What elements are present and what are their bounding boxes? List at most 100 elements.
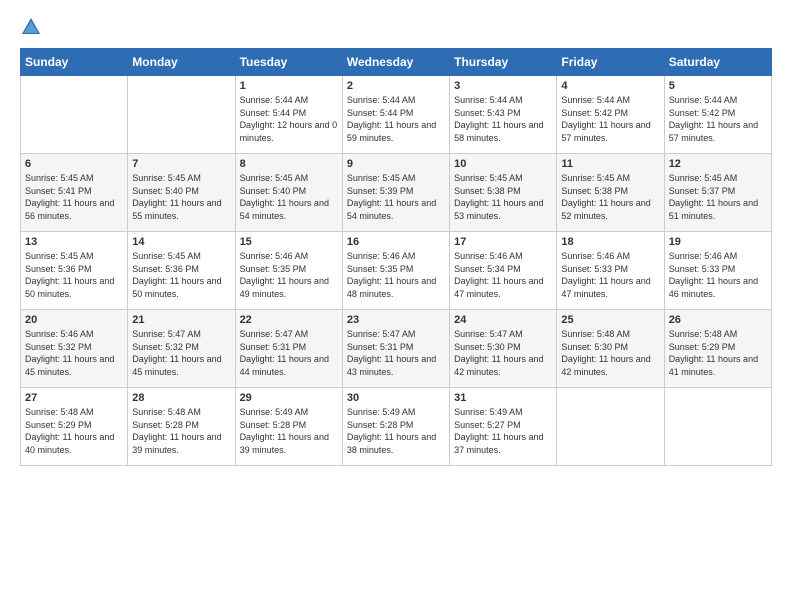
header-day-saturday: Saturday (664, 49, 771, 76)
logo (20, 16, 46, 38)
cell-content: Sunrise: 5:45 AM Sunset: 5:37 PM Dayligh… (669, 172, 767, 222)
calendar-week-row: 13 Sunrise: 5:45 AM Sunset: 5:36 PM Dayli… (21, 232, 772, 310)
calendar-cell: 3 Sunrise: 5:44 AM Sunset: 5:43 PM Daylig… (450, 76, 557, 154)
cell-content: Sunrise: 5:48 AM Sunset: 5:28 PM Dayligh… (132, 406, 230, 456)
cell-content: Sunrise: 5:45 AM Sunset: 5:36 PM Dayligh… (132, 250, 230, 300)
calendar-page: SundayMondayTuesdayWednesdayThursdayFrid… (0, 0, 792, 612)
day-number: 21 (132, 314, 230, 326)
cell-content: Sunrise: 5:48 AM Sunset: 5:29 PM Dayligh… (25, 406, 123, 456)
day-number: 3 (454, 80, 552, 92)
day-number: 25 (561, 314, 659, 326)
day-number: 29 (240, 392, 338, 404)
cell-content: Sunrise: 5:45 AM Sunset: 5:40 PM Dayligh… (132, 172, 230, 222)
calendar-cell: 15 Sunrise: 5:46 AM Sunset: 5:35 PM Dayli… (235, 232, 342, 310)
cell-content: Sunrise: 5:44 AM Sunset: 5:42 PM Dayligh… (561, 94, 659, 144)
cell-content: Sunrise: 5:46 AM Sunset: 5:35 PM Dayligh… (347, 250, 445, 300)
calendar-cell (557, 388, 664, 466)
day-number: 23 (347, 314, 445, 326)
day-number: 12 (669, 158, 767, 170)
day-number: 14 (132, 236, 230, 248)
cell-content: Sunrise: 5:48 AM Sunset: 5:29 PM Dayligh… (669, 328, 767, 378)
calendar-cell: 26 Sunrise: 5:48 AM Sunset: 5:29 PM Dayli… (664, 310, 771, 388)
cell-content: Sunrise: 5:49 AM Sunset: 5:27 PM Dayligh… (454, 406, 552, 456)
day-number: 5 (669, 80, 767, 92)
day-number: 7 (132, 158, 230, 170)
day-number: 19 (669, 236, 767, 248)
day-number: 1 (240, 80, 338, 92)
calendar-week-row: 6Sunrise: 5:45 AM Sunset: 5:41 PM Daylig… (21, 154, 772, 232)
calendar-cell: 4 Sunrise: 5:44 AM Sunset: 5:42 PM Daylig… (557, 76, 664, 154)
day-number: 4 (561, 80, 659, 92)
header-day-tuesday: Tuesday (235, 49, 342, 76)
calendar-cell: 23Sunrise: 5:47 AM Sunset: 5:31 PM Dayli… (342, 310, 449, 388)
header-day-wednesday: Wednesday (342, 49, 449, 76)
cell-content: Sunrise: 5:48 AM Sunset: 5:30 PM Dayligh… (561, 328, 659, 378)
day-number: 26 (669, 314, 767, 326)
calendar-cell: 31 Sunrise: 5:49 AM Sunset: 5:27 PM Dayli… (450, 388, 557, 466)
day-number: 15 (240, 236, 338, 248)
calendar-cell: 11 Sunrise: 5:45 AM Sunset: 5:38 PM Dayli… (557, 154, 664, 232)
calendar-cell: 24 Sunrise: 5:47 AM Sunset: 5:30 PM Dayli… (450, 310, 557, 388)
cell-content: Sunrise: 5:47 AM Sunset: 5:30 PM Dayligh… (454, 328, 552, 378)
day-number: 10 (454, 158, 552, 170)
cell-content: Sunrise: 5:45 AM Sunset: 5:39 PM Dayligh… (347, 172, 445, 222)
calendar-cell: 25 Sunrise: 5:48 AM Sunset: 5:30 PM Dayli… (557, 310, 664, 388)
day-number: 18 (561, 236, 659, 248)
header-day-thursday: Thursday (450, 49, 557, 76)
day-number: 13 (25, 236, 123, 248)
day-number: 30 (347, 392, 445, 404)
cell-content: Sunrise: 5:46 AM Sunset: 5:33 PM Dayligh… (561, 250, 659, 300)
cell-content: Sunrise: 5:46 AM Sunset: 5:34 PM Dayligh… (454, 250, 552, 300)
day-number: 11 (561, 158, 659, 170)
calendar-week-row: 20 Sunrise: 5:46 AM Sunset: 5:32 PM Dayli… (21, 310, 772, 388)
day-number: 8 (240, 158, 338, 170)
calendar-cell: 1 Sunrise: 5:44 AM Sunset: 5:44 PM Daylig… (235, 76, 342, 154)
day-number: 17 (454, 236, 552, 248)
cell-content: Sunrise: 5:44 AM Sunset: 5:43 PM Dayligh… (454, 94, 552, 144)
day-number: 16 (347, 236, 445, 248)
calendar-cell (664, 388, 771, 466)
calendar-cell: 20 Sunrise: 5:46 AM Sunset: 5:32 PM Dayli… (21, 310, 128, 388)
cell-content: Sunrise: 5:44 AM Sunset: 5:44 PM Dayligh… (240, 94, 338, 144)
day-number: 27 (25, 392, 123, 404)
header (20, 16, 772, 38)
calendar-cell: 29 Sunrise: 5:49 AM Sunset: 5:28 PM Dayli… (235, 388, 342, 466)
cell-content: Sunrise: 5:45 AM Sunset: 5:38 PM Dayligh… (561, 172, 659, 222)
day-number: 31 (454, 392, 552, 404)
cell-content: Sunrise: 5:49 AM Sunset: 5:28 PM Dayligh… (347, 406, 445, 456)
cell-content: Sunrise: 5:45 AM Sunset: 5:38 PM Dayligh… (454, 172, 552, 222)
calendar-cell: 7 Sunrise: 5:45 AM Sunset: 5:40 PM Daylig… (128, 154, 235, 232)
calendar-cell: 2Sunrise: 5:44 AM Sunset: 5:44 PM Daylig… (342, 76, 449, 154)
calendar-cell: 14 Sunrise: 5:45 AM Sunset: 5:36 PM Dayli… (128, 232, 235, 310)
cell-content: Sunrise: 5:45 AM Sunset: 5:40 PM Dayligh… (240, 172, 338, 222)
calendar-cell: 21 Sunrise: 5:47 AM Sunset: 5:32 PM Dayli… (128, 310, 235, 388)
cell-content: Sunrise: 5:45 AM Sunset: 5:41 PM Dayligh… (25, 172, 123, 222)
calendar-cell: 10 Sunrise: 5:45 AM Sunset: 5:38 PM Dayli… (450, 154, 557, 232)
cell-content: Sunrise: 5:45 AM Sunset: 5:36 PM Dayligh… (25, 250, 123, 300)
calendar-cell: 28 Sunrise: 5:48 AM Sunset: 5:28 PM Dayli… (128, 388, 235, 466)
day-number: 20 (25, 314, 123, 326)
cell-content: Sunrise: 5:47 AM Sunset: 5:31 PM Dayligh… (240, 328, 338, 378)
cell-content: Sunrise: 5:44 AM Sunset: 5:42 PM Dayligh… (669, 94, 767, 144)
calendar-week-row: 27 Sunrise: 5:48 AM Sunset: 5:29 PM Dayli… (21, 388, 772, 466)
cell-content: Sunrise: 5:49 AM Sunset: 5:28 PM Dayligh… (240, 406, 338, 456)
header-day-sunday: Sunday (21, 49, 128, 76)
day-number: 2 (347, 80, 445, 92)
cell-content: Sunrise: 5:46 AM Sunset: 5:35 PM Dayligh… (240, 250, 338, 300)
cell-content: Sunrise: 5:46 AM Sunset: 5:33 PM Dayligh… (669, 250, 767, 300)
calendar-cell: 5 Sunrise: 5:44 AM Sunset: 5:42 PM Daylig… (664, 76, 771, 154)
calendar-cell: 16 Sunrise: 5:46 AM Sunset: 5:35 PM Dayli… (342, 232, 449, 310)
calendar-cell: 22Sunrise: 5:47 AM Sunset: 5:31 PM Dayli… (235, 310, 342, 388)
header-day-friday: Friday (557, 49, 664, 76)
calendar-cell: 6Sunrise: 5:45 AM Sunset: 5:41 PM Daylig… (21, 154, 128, 232)
day-number: 24 (454, 314, 552, 326)
calendar-body: 1 Sunrise: 5:44 AM Sunset: 5:44 PM Daylig… (21, 76, 772, 466)
cell-content: Sunrise: 5:47 AM Sunset: 5:32 PM Dayligh… (132, 328, 230, 378)
day-number: 28 (132, 392, 230, 404)
cell-content: Sunrise: 5:46 AM Sunset: 5:32 PM Dayligh… (25, 328, 123, 378)
calendar-week-row: 1 Sunrise: 5:44 AM Sunset: 5:44 PM Daylig… (21, 76, 772, 154)
calendar-cell: 17 Sunrise: 5:46 AM Sunset: 5:34 PM Dayli… (450, 232, 557, 310)
header-day-monday: Monday (128, 49, 235, 76)
calendar-cell: 18 Sunrise: 5:46 AM Sunset: 5:33 PM Dayli… (557, 232, 664, 310)
calendar-cell: 12 Sunrise: 5:45 AM Sunset: 5:37 PM Dayli… (664, 154, 771, 232)
